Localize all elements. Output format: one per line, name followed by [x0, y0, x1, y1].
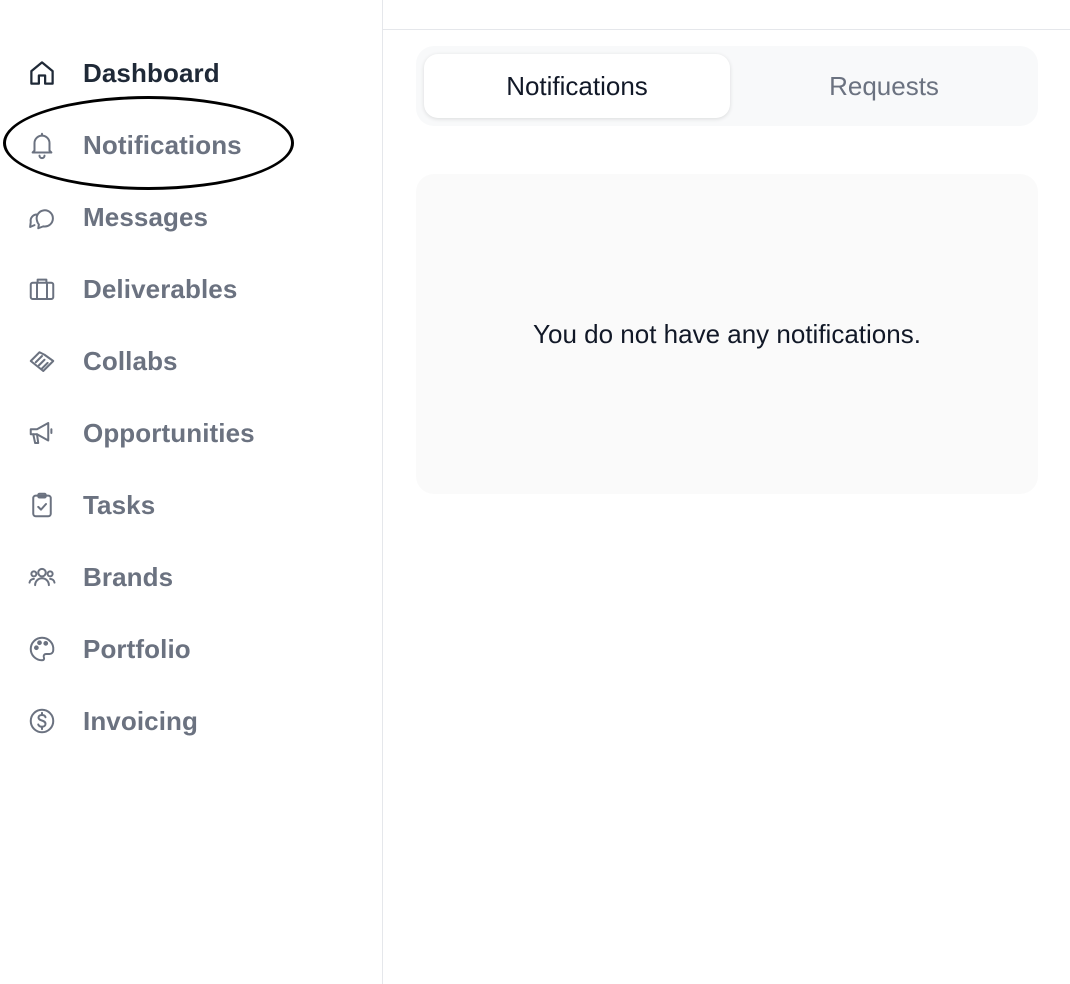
sidebar-item-label: Collabs [83, 345, 178, 376]
empty-state-card: You do not have any notifications. [416, 174, 1038, 494]
tab-requests[interactable]: Requests [731, 54, 1037, 118]
tab-notifications[interactable]: Notifications [424, 54, 730, 118]
bell-icon [26, 129, 58, 161]
sidebar-item-invoicing[interactable]: Invoicing [26, 701, 326, 741]
sidebar: Dashboard Notifications Messages Deliver… [0, 0, 383, 984]
top-bar [383, 0, 1070, 30]
sidebar-item-label: Brands [83, 561, 174, 592]
megaphone-icon [26, 417, 58, 449]
dollar-circle-icon [26, 705, 58, 737]
sidebar-item-label: Invoicing [83, 705, 199, 736]
sidebar-item-tasks[interactable]: Tasks [26, 485, 326, 525]
chat-bubbles-icon [26, 201, 58, 233]
sidebar-item-label: Portfolio [83, 633, 191, 664]
sidebar-item-portfolio[interactable]: Portfolio [26, 629, 326, 669]
sidebar-item-collabs[interactable]: Collabs [26, 341, 326, 381]
sidebar-item-dashboard[interactable]: Dashboard [26, 53, 326, 93]
empty-state-message: You do not have any notifications. [533, 318, 921, 349]
sidebar-item-opportunities[interactable]: Opportunities [26, 413, 326, 453]
sidebar-item-label: Notifications [83, 129, 242, 160]
sidebar-item-brands[interactable]: Brands [26, 557, 326, 597]
sidebar-item-label: Messages [83, 201, 209, 232]
sidebar-item-label: Opportunities [83, 417, 255, 448]
palette-icon [26, 633, 58, 665]
home-icon [26, 57, 58, 89]
sidebar-item-notifications[interactable]: Notifications [26, 125, 326, 165]
tab-switcher: Notifications Requests [416, 46, 1038, 126]
sidebar-item-label: Tasks [83, 489, 156, 520]
sidebar-item-label: Dashboard [83, 57, 220, 88]
sidebar-item-messages[interactable]: Messages [26, 197, 326, 237]
briefcase-icon [26, 273, 58, 305]
sidebar-item-label: Deliverables [83, 273, 238, 304]
main-content: Notifications Requests You do not have a… [383, 0, 1070, 984]
clipboard-check-icon [26, 489, 58, 521]
users-icon [26, 561, 58, 593]
sidebar-item-deliverables[interactable]: Deliverables [26, 269, 326, 309]
handshake-icon [26, 345, 58, 377]
